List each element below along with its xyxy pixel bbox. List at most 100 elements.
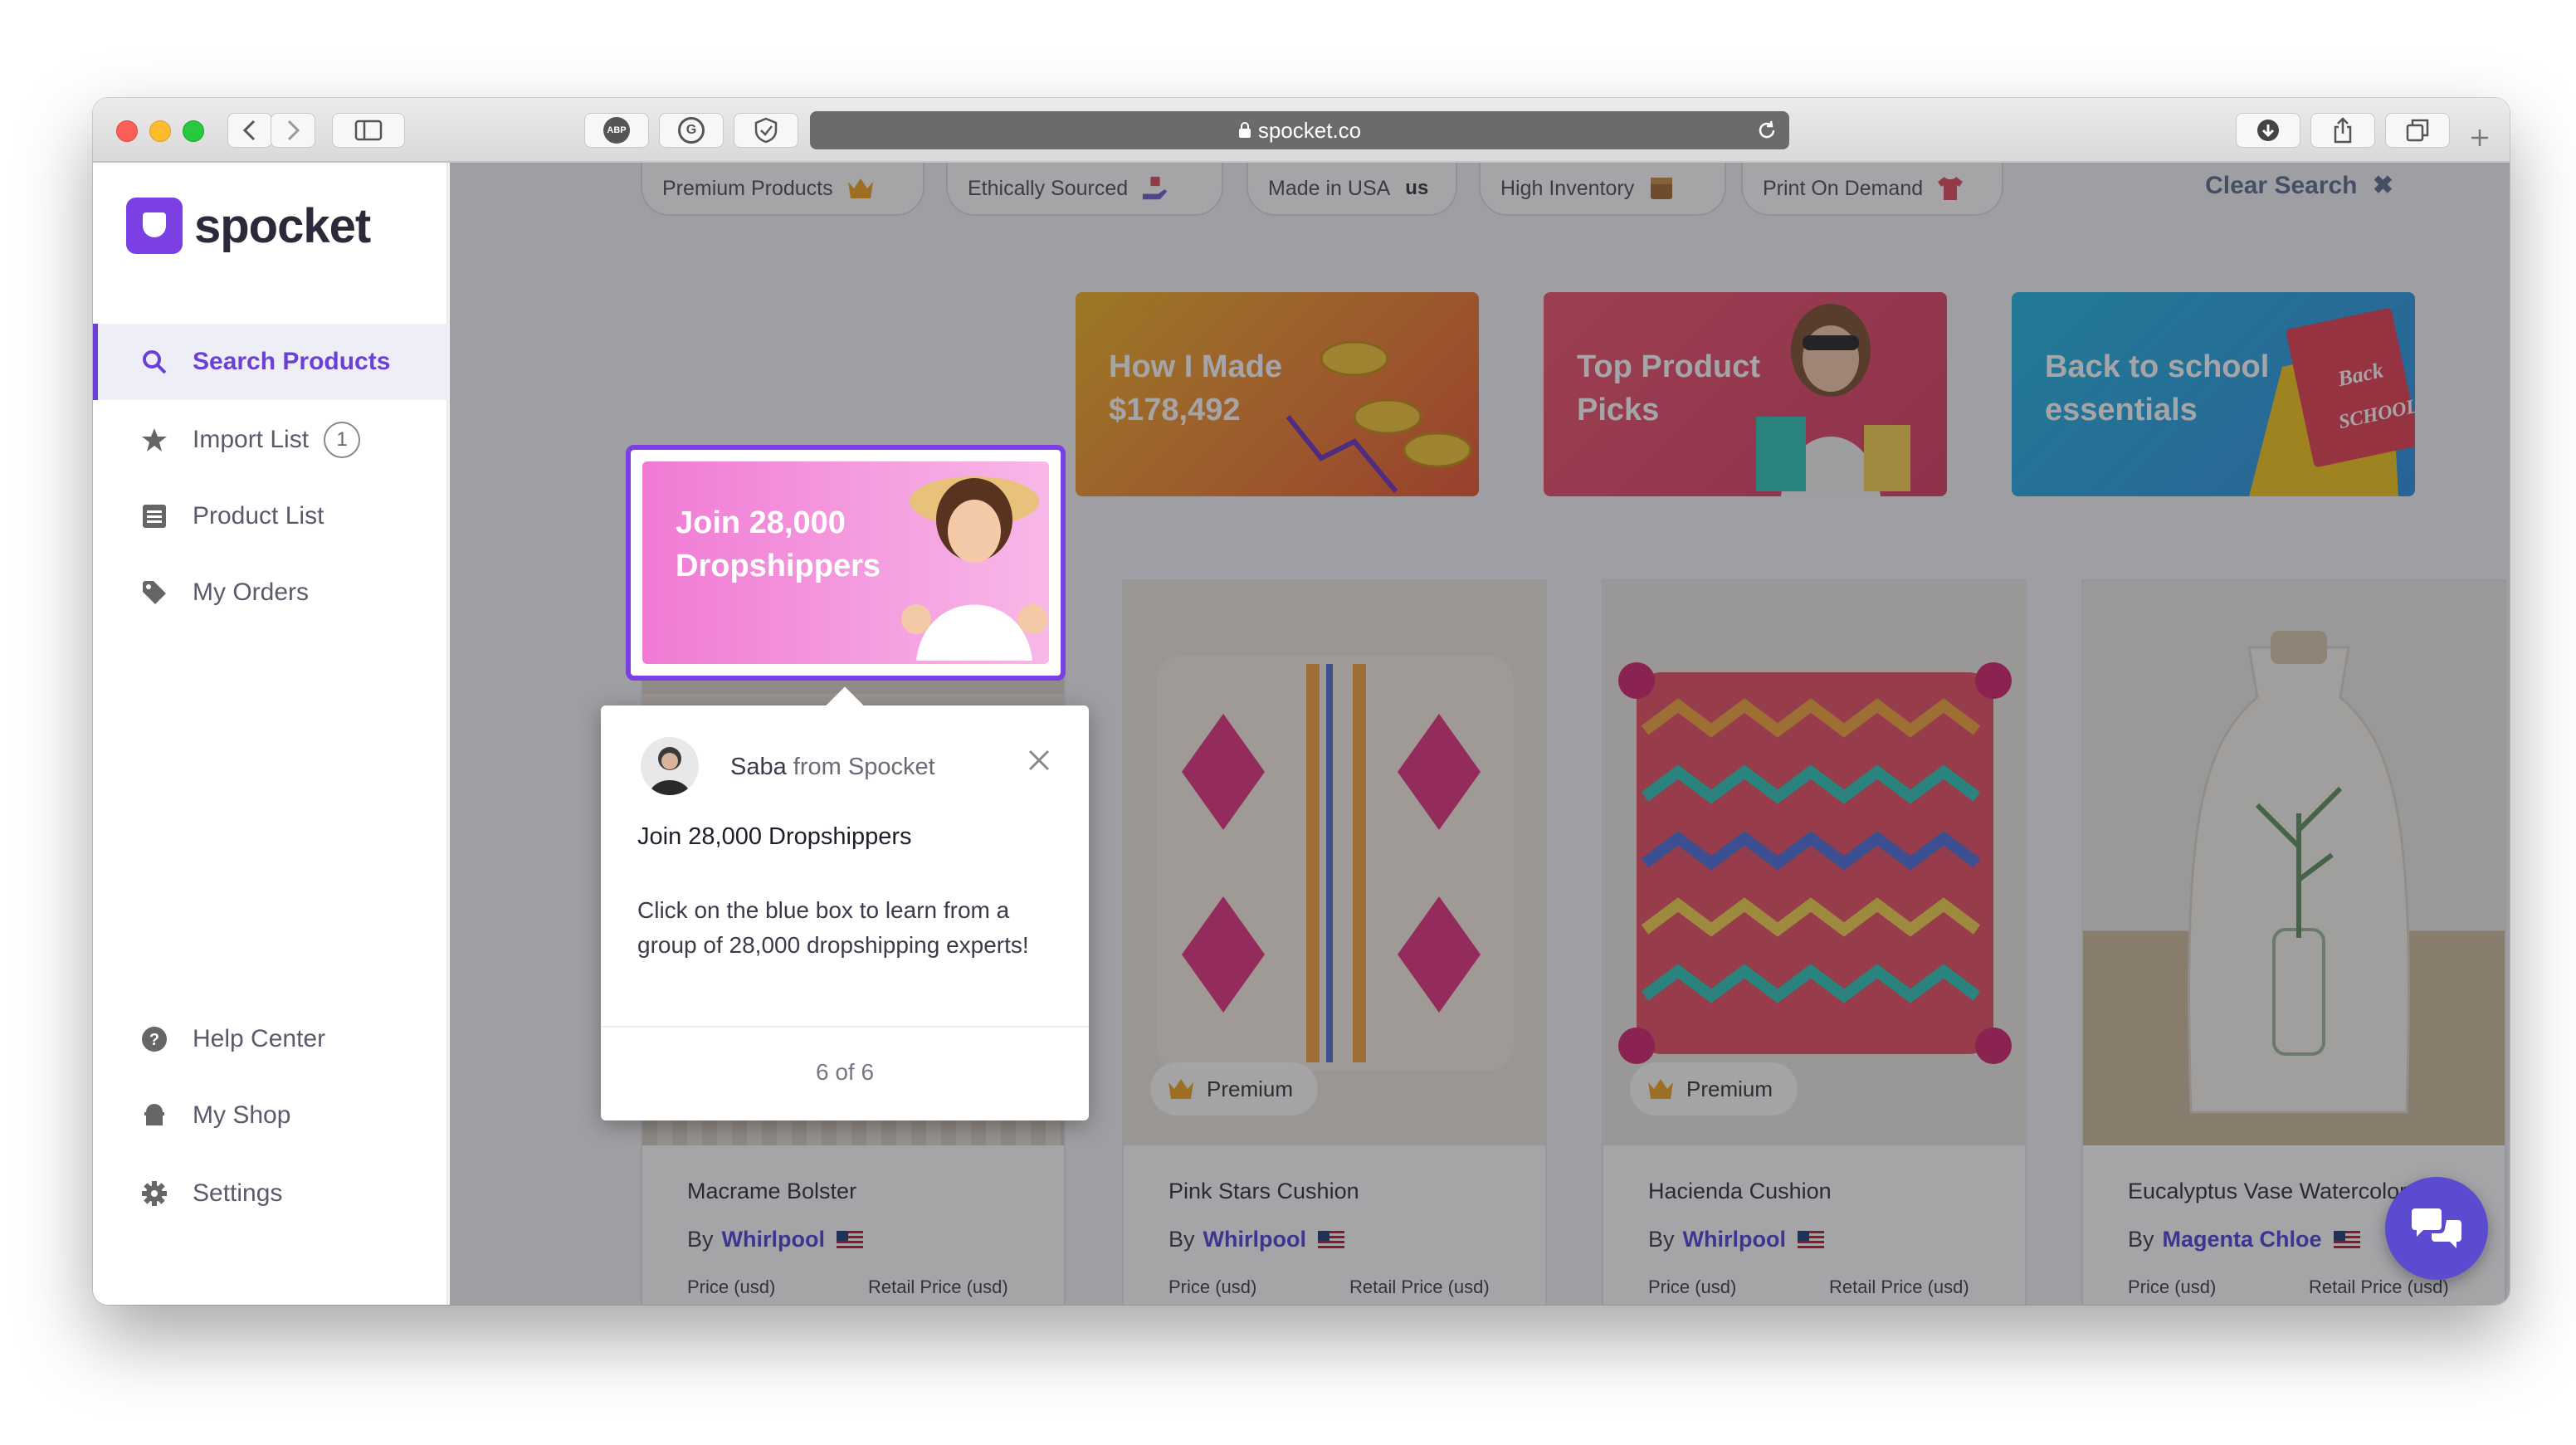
banner-how-i-made[interactable]: How I Made $178,492 [1076,292,1479,496]
tag-icon [139,578,169,608]
filter-chip-made-in-usa[interactable]: Made in USA us [1247,163,1457,216]
share-button[interactable] [2310,113,2375,148]
close-icon [1028,749,1050,771]
share-icon [2334,117,2352,144]
logo-text: spocket [194,198,371,253]
bag-illustration [2188,631,2410,1114]
retail-price-label: Retail Price (usd) [1829,1277,1969,1297]
banner-text: Back to school essentials [2045,349,2270,427]
star-icon [139,425,169,455]
filter-chip-print-on-demand[interactable]: Print On Demand [1741,163,2003,216]
banner-text: Join 28,000 Dropshippers [676,505,881,583]
filter-chip-high-inventory[interactable]: High Inventory [1479,163,1726,216]
product-name: Eucalyptus Vase Watercolor ... [2128,1179,2432,1203]
close-window-button[interactable] [116,120,138,142]
tour-tooltip: Saba from Spocket Join 28,000 Dropshippe… [601,705,1089,1120]
address-bar[interactable]: spocket.co [810,111,1789,149]
product-name: Hacienda Cushion [1648,1179,1832,1203]
banner-top-product-picks[interactable]: Top Product Picks [1544,292,1947,496]
chat-launcher-button[interactable] [2385,1177,2488,1280]
chevron-right-icon [287,120,300,141]
product-seller: By Whirlpool [687,1227,863,1252]
address-text: spocket.co [1257,117,1362,143]
reload-icon[interactable] [1756,120,1778,141]
chip-label: High Inventory [1500,176,1635,200]
shield-icon [754,117,778,144]
product-card-hacienda-cushion[interactable]: Premium Hacienda Cushion By Whirlpool Pri… [1602,579,2027,1305]
retail-price-label: Retail Price (usd) [868,1277,1008,1297]
sidebar-item-my-shop[interactable]: My Shop [93,1077,448,1154]
tabs-overview-button[interactable] [2385,113,2450,148]
chat-bubbles-icon [2412,1208,2461,1248]
browser-window: ABP G spocket.co spocket Search Products… [93,98,2510,1305]
svg-text:?: ? [149,1031,159,1049]
grammarly-extension-button[interactable]: G [659,113,724,148]
chip-label: Ethically Sourced [968,176,1129,200]
banner-join-dropshippers[interactable]: Join 28,000 Dropshippers [626,445,1066,681]
product-seller: By Whirlpool [1168,1227,1344,1252]
sidebar-item-label: Help Center [193,1025,326,1052]
sidebar-item-search-products[interactable]: Search Products [93,324,448,400]
woman-illustration [901,476,1047,661]
new-tab-button[interactable] [2468,126,2491,149]
seller-link[interactable]: Whirlpool [1683,1227,1786,1252]
product-seller: By Whirlpool [1648,1227,1824,1252]
close-tooltip-button[interactable] [1026,747,1052,774]
us-flag-icon [1797,1230,1824,1249]
chip-label: Made in USA [1268,176,1391,200]
us-suffix: us [1405,177,1429,199]
price-label: Price (usd) [1648,1277,1737,1297]
tooltip-title: Join 28,000 Dropshippers [637,823,912,850]
sidebar: spocket Search Products Import List 1 Pr… [93,163,448,1305]
product-card-pink-stars-cushion[interactable]: Premium Pink Stars Cushion By Whirlpool P… [1122,579,1547,1305]
filter-chip-ethically-sourced[interactable]: Ethically Sourced [946,163,1223,216]
search-icon [139,347,169,377]
author-name: Saba [730,754,787,780]
sidebar-item-my-orders[interactable]: My Orders [93,554,448,631]
product-seller: By Magenta Chloe [2128,1227,2360,1252]
sidebar-item-product-list[interactable]: Product List [93,478,448,554]
shop-icon [139,1101,169,1130]
sidebar-item-import-list[interactable]: Import List 1 [93,402,448,478]
back-button[interactable] [227,113,272,148]
lock-icon [1238,122,1251,138]
sidebar-icon [354,120,383,141]
sidebar-item-help-center[interactable]: ? Help Center [93,1001,448,1077]
adblock-extension-button[interactable]: ABP [584,113,649,148]
product-image [2083,581,2505,1145]
us-flag-icon [2333,1230,2360,1249]
plus-icon [2471,129,2488,146]
product-image: Premium [1124,581,1545,1145]
us-flag-icon [836,1230,863,1249]
privacy-extension-button[interactable] [734,113,798,148]
price-label: Price (usd) [2128,1277,2217,1297]
zoom-window-button[interactable] [183,120,204,142]
downloads-button[interactable] [2236,113,2300,148]
banner-back-to-school[interactable]: Back to school essentials Back SCHOOL [2012,292,2415,496]
sidebar-toggle-button[interactable] [332,113,405,148]
premium-badge: Premium [1150,1062,1319,1115]
banner-join-dropshippers-inner: Join 28,000 Dropshippers [642,461,1049,664]
tooltip-author: Saba from Spocket [730,754,935,781]
sidebar-item-settings[interactable]: Settings [93,1155,448,1232]
seller-link[interactable]: Whirlpool [1203,1227,1306,1252]
shirt-icon [1936,174,1964,203]
filter-chip-premium-products[interactable]: Premium Products [641,163,925,216]
download-icon [2257,120,2279,141]
seller-link[interactable]: Magenta Chloe [2163,1227,2322,1252]
seller-link[interactable]: Whirlpool [722,1227,825,1252]
logo-icon [126,198,183,254]
forward-button[interactable] [271,113,315,148]
sidebar-item-label: Product List [193,502,324,530]
banner-text: Top Product Picks [1577,349,1760,427]
minimize-window-button[interactable] [149,120,171,142]
spocket-logo[interactable]: spocket [126,198,371,254]
tour-step-counter: 6 of 6 [815,1059,875,1085]
adblock-icon: ABP [603,117,630,144]
chip-label: Premium Products [662,176,833,200]
avatar [641,737,699,795]
author-source: from Spocket [793,754,935,780]
sidebar-item-label: Search Products [193,348,391,375]
us-flag-icon [1317,1230,1344,1249]
clear-search-button[interactable]: Clear Search ✖ [2205,171,2393,200]
